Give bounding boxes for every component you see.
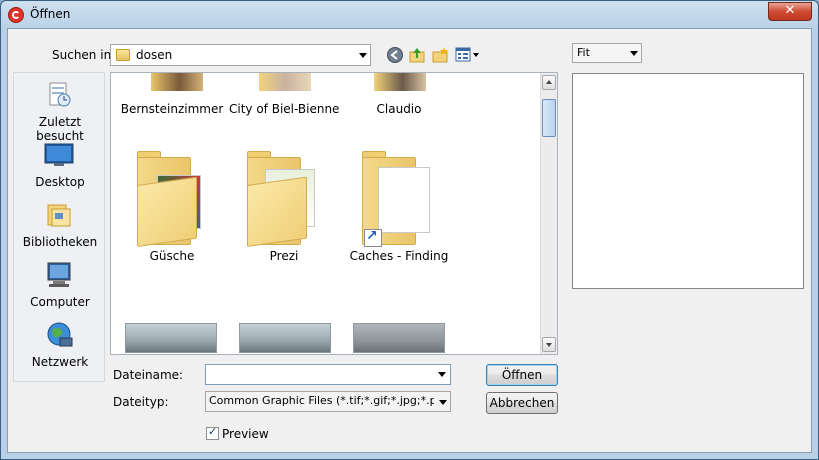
list-item[interactable]: Caches - Finding — [344, 147, 454, 267]
place-recent[interactable]: Zuletzt besucht — [14, 79, 106, 143]
chevron-down-icon — [439, 400, 447, 405]
look-in-value: dosen — [136, 48, 173, 62]
image-thumbnail[interactable] — [353, 323, 445, 353]
up-folder-icon[interactable] — [408, 46, 426, 64]
folder-icon — [362, 151, 432, 247]
app-icon — [8, 7, 24, 23]
shortcut-arrow-icon — [364, 228, 382, 247]
list-item[interactable]: Güsche — [117, 147, 227, 267]
cancel-button[interactable]: Abbrechen — [486, 392, 558, 414]
preview-label: Preview — [222, 427, 269, 441]
filename-combo[interactable] — [205, 364, 451, 385]
chevron-down-icon — [438, 372, 446, 377]
title-bar[interactable]: Öffnen ✕ — [1, 1, 818, 29]
place-network[interactable]: Netzwerk — [14, 319, 106, 375]
list-item[interactable]: City of Biel-Bienne — [229, 73, 339, 119]
place-libraries[interactable]: Bibliotheken — [14, 199, 106, 255]
list-item[interactable]: Prezi — [229, 147, 339, 267]
file-name: Güsche — [149, 249, 195, 263]
desktop-icon — [44, 143, 74, 166]
place-label: Bibliotheken — [22, 235, 98, 249]
scroll-up-button[interactable] — [542, 75, 556, 90]
file-name: Caches - Finding — [349, 249, 449, 263]
place-desktop[interactable]: Desktop — [14, 139, 106, 195]
file-name: Prezi — [269, 249, 299, 263]
chevron-down-icon — [630, 51, 638, 56]
place-label: Netzwerk — [31, 355, 89, 369]
file-list[interactable]: Bernsteinzimmer City of Biel-Bienne Clau… — [110, 72, 558, 355]
file-name: City of Biel-Bienne — [229, 102, 340, 116]
folder-icon — [247, 151, 317, 247]
chevron-down-icon — [359, 53, 367, 58]
places-bar: Zuletzt besucht Desktop Bibliotheken Com… — [13, 72, 105, 382]
file-name: Claudio — [376, 102, 422, 116]
folder-thumbnail — [374, 73, 426, 91]
folder-thumbnail — [151, 73, 203, 91]
place-label: Desktop — [35, 175, 85, 189]
back-icon[interactable] — [386, 46, 404, 64]
place-computer[interactable]: Computer — [14, 259, 106, 315]
network-icon — [47, 322, 73, 347]
image-thumbnail[interactable] — [125, 323, 217, 353]
folder-icon — [116, 49, 130, 61]
zoom-value: Fit — [577, 46, 590, 59]
filetype-select[interactable]: Common Graphic Files (*.tif;*.gif;*.jpg;… — [205, 391, 451, 412]
window-title: Öffnen — [30, 7, 71, 21]
list-item[interactable]: Claudio — [344, 73, 454, 119]
folder-thumbnail — [259, 73, 311, 91]
computer-icon — [47, 262, 71, 287]
look-in-combo[interactable]: dosen — [110, 44, 371, 66]
vertical-scrollbar[interactable] — [540, 73, 557, 354]
filename-label: Dateiname: — [113, 368, 184, 382]
look-in-label: Suchen in: — [52, 48, 116, 62]
filetype-value: Common Graphic Files (*.tif;*.gif;*.jpg;… — [209, 394, 434, 407]
view-menu-icon[interactable] — [455, 46, 481, 64]
file-name: Bernsteinzimmer — [120, 102, 224, 116]
image-thumbnail[interactable] — [239, 323, 331, 353]
preview-checkbox[interactable] — [206, 425, 219, 440]
libraries-icon — [47, 204, 71, 227]
preview-pane — [572, 73, 804, 289]
scroll-down-button[interactable] — [542, 337, 556, 352]
new-folder-icon[interactable] — [431, 46, 449, 64]
list-item[interactable]: Bernsteinzimmer — [117, 73, 227, 119]
open-button[interactable]: Öffnen — [486, 364, 558, 386]
folder-icon — [137, 151, 207, 247]
filetype-label: Dateityp: — [113, 395, 169, 409]
recent-places-icon — [49, 82, 71, 107]
close-button[interactable]: ✕ — [768, 2, 812, 21]
scroll-thumb[interactable] — [542, 99, 556, 137]
place-label: Computer — [30, 295, 90, 309]
zoom-select[interactable]: Fit — [572, 43, 642, 63]
